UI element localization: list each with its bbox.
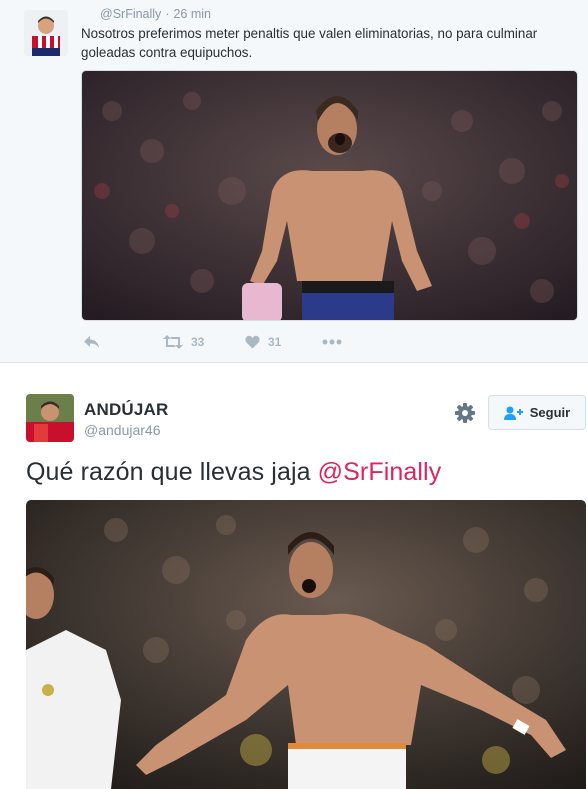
heart-icon [245,335,260,349]
display-name[interactable]: ANDÚJAR [84,400,169,420]
timestamp[interactable]: 26 min [173,7,211,21]
user-handle[interactable]: @andujar46 [84,422,161,438]
more-dots-icon [322,339,342,345]
reply-button[interactable] [83,332,100,352]
main-tweet: ANDÚJAR @andujar46 Seguir Qué razón que … [0,364,588,789]
tweet-photo[interactable] [26,500,586,789]
avatar[interactable] [24,10,68,56]
reply-icon [84,336,99,348]
follow-label: Seguir [529,405,571,420]
mention-link[interactable]: @SrFinally [318,458,442,486]
more-button[interactable] [322,332,342,352]
tweet-text: Qué razón que llevas jaja @SrFinally [26,458,441,487]
retweet-count: 33 [191,335,205,349]
quoted-tweet: @SrFinally · 26 min Nosotros preferimos me… [0,0,588,363]
add-user-icon [503,406,523,420]
retweet-icon [163,335,183,349]
tweet-text-body: Qué razón que llevas jaja [26,458,318,486]
tweet-text: Nosotros preferimos meter penaltis que v… [81,26,538,60]
tweet-actions: 33 31 [81,332,381,352]
follow-button[interactable]: Seguir [488,395,586,430]
like-count: 31 [268,335,282,349]
user-handle[interactable]: @SrFinally [100,7,161,21]
retweet-button[interactable]: 33 [163,332,204,352]
meta-separator: · [165,7,170,21]
avatar[interactable] [26,394,74,442]
gear-icon[interactable] [454,402,476,424]
like-button[interactable]: 31 [245,332,281,352]
tweet-photo[interactable] [81,70,578,321]
tweet-meta: @SrFinally · 26 min [100,7,211,21]
